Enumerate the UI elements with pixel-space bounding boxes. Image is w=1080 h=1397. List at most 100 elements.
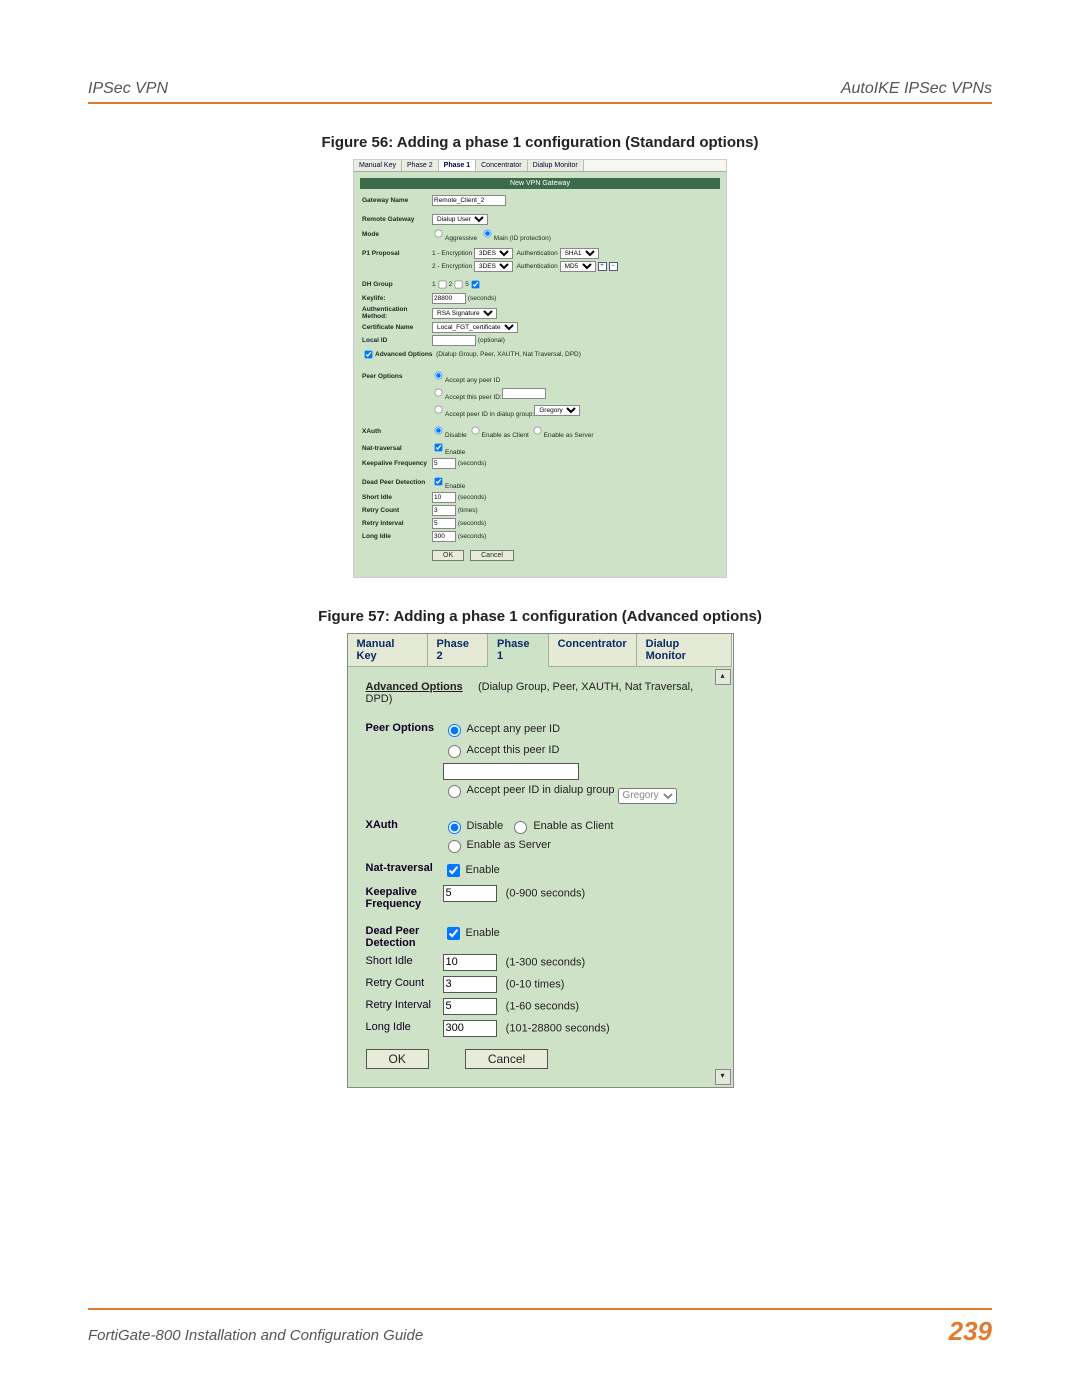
xauth-disable-small[interactable]	[435, 427, 443, 435]
enc1-select[interactable]: 3DES	[474, 248, 513, 259]
peer-this-radio[interactable]	[448, 745, 461, 758]
remote-gateway-select[interactable]: Dialup User	[432, 214, 488, 225]
xauth-client-radio[interactable]	[514, 821, 527, 834]
tab-phase2-big[interactable]: Phase 2	[428, 634, 489, 667]
keylife-input[interactable]	[432, 293, 466, 304]
tab-concentrator[interactable]: Concentrator	[476, 160, 527, 171]
xauth-client-small[interactable]	[471, 427, 479, 435]
retry-interval-label: Retry Interval	[366, 998, 443, 1011]
peer-group-select[interactable]: Gregory	[618, 788, 677, 804]
tab-manual-key-big[interactable]: Manual Key	[348, 634, 428, 667]
auth-method-select[interactable]: RSA Signature	[432, 308, 497, 319]
retry-interval-input[interactable]	[443, 998, 497, 1015]
retry-interval-input-small[interactable]	[432, 518, 456, 529]
xauth-server-small[interactable]	[533, 427, 541, 435]
ok-button-small[interactable]: OK	[432, 550, 464, 561]
short-idle-label-small: Short Idle	[362, 494, 432, 501]
tab-dialup-monitor-big[interactable]: Dialup Monitor	[637, 634, 733, 667]
mode-main-radio[interactable]	[483, 230, 491, 238]
dh5-check[interactable]	[471, 281, 479, 289]
cert-name-select[interactable]: Local_FGT_certificate	[432, 322, 518, 333]
short-idle-input-small[interactable]	[432, 492, 456, 503]
remove-icon[interactable]: −	[609, 262, 618, 271]
peer-group-radio[interactable]	[448, 785, 461, 798]
nat-label: Nat-traversal	[366, 861, 443, 874]
page-number: 239	[949, 1316, 992, 1347]
nat-enable-small[interactable]	[435, 444, 443, 452]
gateway-name-input[interactable]	[432, 195, 506, 206]
keepalive-label: Keepalive Frequency	[366, 885, 443, 910]
dpd-enable-small[interactable]	[435, 478, 443, 486]
cancel-button-small[interactable]: Cancel	[470, 550, 514, 561]
tab-phase1-big[interactable]: Phase 1	[488, 634, 549, 667]
cert-name-label: Certificate Name	[362, 324, 432, 331]
auth-method-label: Authentication Method:	[362, 306, 432, 320]
long-idle-input[interactable]	[443, 1020, 497, 1037]
add-icon[interactable]: +	[598, 262, 607, 271]
peer-group-radio-small[interactable]	[435, 406, 443, 414]
peer-this-radio-small[interactable]	[435, 389, 443, 397]
dpd-label-small: Dead Peer Detection	[362, 479, 432, 486]
header-rule	[88, 102, 992, 104]
dpd-enable-check[interactable]	[447, 927, 460, 940]
adv-options-check[interactable]	[365, 351, 373, 359]
retry-count-label-small: Retry Count	[362, 507, 432, 514]
long-idle-input-small[interactable]	[432, 531, 456, 542]
nat-label-small: Nat-traversal	[362, 445, 432, 452]
keylife-label: Keylife:	[362, 295, 432, 302]
footer-rule	[88, 1308, 992, 1310]
nat-enable-check[interactable]	[447, 864, 460, 877]
figure56-screenshot: Manual Key Phase 2 Phase 1 Concentrator …	[353, 159, 727, 578]
figure56-caption: Figure 56: Adding a phase 1 configuratio…	[88, 134, 992, 151]
keepalive-input-small[interactable]	[432, 458, 456, 469]
dh1-check[interactable]	[438, 281, 446, 289]
tab-dialup-monitor[interactable]: Dialup Monitor	[528, 160, 584, 171]
retry-count-input-small[interactable]	[432, 505, 456, 516]
tab-concentrator-big[interactable]: Concentrator	[549, 634, 637, 667]
footer-title: FortiGate-800 Installation and Configura…	[88, 1327, 423, 1344]
xauth-server-radio[interactable]	[448, 840, 461, 853]
dh-label: DH Group	[362, 281, 432, 288]
local-id-input[interactable]	[432, 335, 476, 346]
peer-opts-label: Peer Options	[362, 373, 432, 380]
tabs-big: Manual Key Phase 2 Phase 1 Concentrator …	[348, 634, 733, 667]
tab-manual-key[interactable]: Manual Key	[354, 160, 402, 171]
cancel-button[interactable]: Cancel	[465, 1049, 548, 1069]
peer-any-radio[interactable]	[448, 724, 461, 737]
short-idle-input[interactable]	[443, 954, 497, 971]
enc2-select[interactable]: 3DES	[474, 261, 513, 272]
figure57-caption: Figure 57: Adding a phase 1 configuratio…	[88, 608, 992, 625]
auth2-select[interactable]: MD5	[560, 261, 596, 272]
tabs-small: Manual Key Phase 2 Phase 1 Concentrator …	[354, 160, 726, 172]
xauth-label-small: XAuth	[362, 428, 432, 435]
remote-gateway-label: Remote Gateway	[362, 216, 432, 223]
ok-button[interactable]: OK	[366, 1049, 429, 1069]
xauth-disable-radio[interactable]	[448, 821, 461, 834]
tab-phase1[interactable]: Phase 1	[439, 160, 476, 171]
panel-title: New VPN Gateway	[360, 178, 720, 189]
gateway-name-label: Gateway Name	[362, 197, 432, 204]
scroll-up-icon[interactable]: ▴	[715, 669, 731, 685]
dpd-label: Dead Peer Detection	[366, 924, 443, 949]
p1-label: P1 Proposal	[362, 250, 432, 257]
mode-aggressive-radio[interactable]	[435, 230, 443, 238]
auth1-select[interactable]: SHA1	[560, 248, 599, 259]
keepalive-input[interactable]	[443, 885, 497, 902]
retry-count-label: Retry Count	[366, 976, 443, 989]
adv-options-label-big: Advanced Options	[366, 681, 463, 693]
peer-group-select-small[interactable]: Gregory	[534, 405, 580, 416]
peer-options-label: Peer Options	[366, 721, 443, 734]
tab-phase2[interactable]: Phase 2	[402, 160, 439, 171]
long-idle-label-small: Long Idle	[362, 533, 432, 540]
scroll-down-icon[interactable]: ▾	[715, 1069, 731, 1085]
xauth-label: XAuth	[366, 818, 443, 831]
retry-count-input[interactable]	[443, 976, 497, 993]
mode-label: Mode	[362, 231, 432, 238]
peer-this-input-small[interactable]	[502, 388, 546, 399]
long-idle-label: Long Idle	[366, 1020, 443, 1033]
retry-interval-label-small: Retry Interval	[362, 520, 432, 527]
dh2-check[interactable]	[455, 281, 463, 289]
peer-this-input[interactable]	[443, 763, 579, 780]
figure57-screenshot: Manual Key Phase 2 Phase 1 Concentrator …	[347, 633, 734, 1088]
peer-any-radio-small[interactable]	[435, 372, 443, 380]
